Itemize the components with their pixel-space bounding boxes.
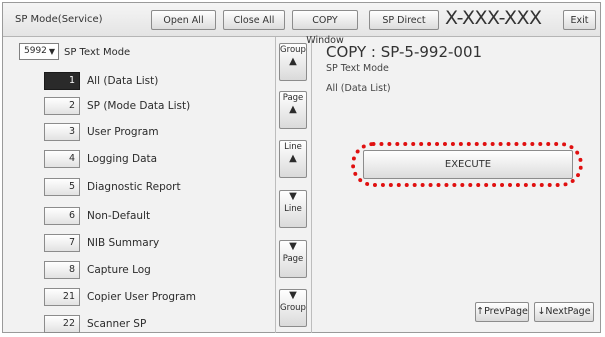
item-number-button[interactable]: 8 (44, 261, 80, 279)
sp-item-list: 5992 ▼ SP Text Mode 1 All (Data List) 2 … (3, 37, 271, 333)
line-down-label: Line (284, 204, 302, 214)
item-number-button[interactable]: 7 (44, 234, 80, 252)
exit-button[interactable]: Exit (563, 10, 596, 30)
sp-mode-screen: SP Mode(Service) Open All Close All COPY… (2, 2, 601, 333)
dropdown-value: 5992 (24, 46, 47, 56)
item-number-button[interactable]: 6 (44, 207, 80, 225)
list-item[interactable]: 6 Non-Default (3, 206, 263, 226)
prev-page-button[interactable]: ↑PrevPage (475, 302, 529, 322)
copy-window-button[interactable]: COPY Window (292, 10, 358, 46)
dropdown-label: SP Text Mode (64, 47, 131, 58)
group-up-button[interactable]: Group ▲ (279, 43, 307, 81)
line-down-button[interactable]: ▼ Line (279, 190, 307, 228)
top-bar: SP Mode(Service) Open All Close All COPY… (3, 3, 600, 46)
item-label: Copier User Program (87, 291, 197, 303)
item-number-button[interactable]: 21 (44, 288, 80, 306)
close-all-button[interactable]: Close All (223, 10, 285, 30)
arrow-down-icon: ▼ (289, 290, 297, 301)
arrow-up-icon: ▲ (289, 104, 297, 115)
sp-direct-button[interactable]: SP Direct (369, 10, 439, 30)
item-number-button[interactable]: 4 (44, 150, 80, 168)
list-item[interactable]: 2 SP (Mode Data List) (3, 96, 263, 116)
item-label: Capture Log (87, 264, 151, 276)
list-item[interactable]: 7 NIB Summary (3, 233, 263, 253)
chevron-down-icon: ▼ (48, 47, 55, 56)
arrow-up-icon: ▲ (289, 56, 297, 67)
line-up-button[interactable]: Line ▲ (279, 140, 307, 178)
page-up-label: Page (282, 93, 304, 103)
sp-number-dropdown[interactable]: 5992 ▼ (19, 43, 59, 60)
list-item[interactable]: 3 User Program (3, 122, 263, 142)
sp-code-title: COPY : SP-5-992-001 (326, 43, 483, 61)
item-label: Scanner SP (87, 318, 147, 330)
scroll-controls: Group ▲ Page ▲ Line ▲ ▼ Line ▼ Page ▼ Gr… (275, 37, 312, 333)
list-item[interactable]: 21 Copier User Program (3, 287, 263, 307)
group-up-label: Group (280, 45, 306, 55)
item-number-button[interactable]: 22 (44, 315, 80, 333)
list-item[interactable]: 4 Logging Data (3, 149, 263, 169)
page-down-label: Page (282, 254, 304, 264)
sp-subtitle-item: All (Data List) (326, 83, 391, 94)
page-down-button[interactable]: ▼ Page (279, 240, 307, 278)
item-number-button[interactable]: 3 (44, 123, 80, 141)
item-label: Logging Data (87, 153, 158, 165)
list-item[interactable]: 5 Diagnostic Report (3, 177, 263, 197)
detail-panel: COPY : SP-5-992-001 SP Text Mode All (Da… (313, 37, 599, 333)
arrow-up-icon: ↑ (476, 306, 485, 317)
item-number-button[interactable]: 1 (44, 72, 80, 90)
next-page-button[interactable]: ↓NextPage (534, 302, 594, 322)
open-all-button[interactable]: Open All (151, 10, 216, 30)
item-label: Diagnostic Report (87, 181, 181, 193)
list-item[interactable]: 8 Capture Log (3, 260, 263, 280)
list-item[interactable]: 22 Scanner SP (3, 314, 263, 334)
item-label: All (Data List) (87, 75, 159, 87)
sp-subtitle: SP Text Mode (326, 63, 389, 74)
mode-title: SP Mode(Service) (15, 14, 103, 25)
line-up-label: Line (284, 142, 302, 152)
next-page-label: NextPage (545, 306, 591, 317)
arrow-down-icon: ▼ (289, 241, 297, 252)
list-item[interactable]: 1 All (Data List) (3, 71, 263, 91)
item-number-button[interactable]: 5 (44, 178, 80, 196)
page-up-button[interactable]: Page ▲ (279, 91, 307, 129)
arrow-up-icon: ▲ (289, 153, 297, 164)
arrow-down-icon: ▼ (289, 191, 297, 202)
prev-page-label: PrevPage (484, 306, 528, 317)
item-number-button[interactable]: 2 (44, 97, 80, 115)
item-label: Non-Default (87, 210, 151, 222)
item-label: NIB Summary (87, 237, 160, 249)
group-down-label: Group (280, 303, 306, 313)
item-label: User Program (87, 126, 159, 138)
group-down-button[interactable]: ▼ Group (279, 289, 307, 327)
highlight-ring (351, 142, 583, 187)
item-label: SP (Mode Data List) (87, 100, 191, 112)
sp-code-input[interactable]: X-XXX-XXX (445, 7, 542, 29)
